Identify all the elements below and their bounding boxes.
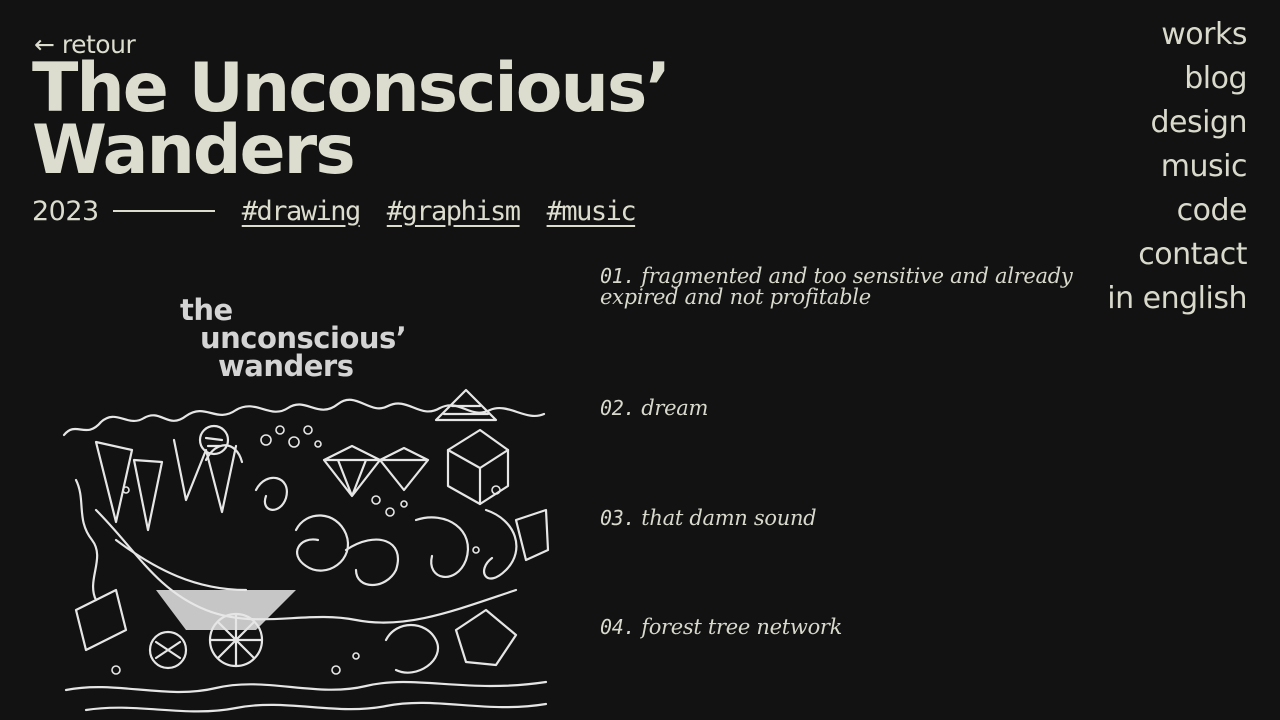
track-item[interactable]: 02. dream: [600, 396, 708, 420]
track-number: 02.: [600, 396, 636, 420]
album-cover-illustration: [62, 388, 550, 713]
track-item[interactable]: 01. fragmented and too sensitive and alre…: [600, 266, 1140, 308]
title-line-2: Wanders: [32, 111, 356, 190]
tag-graphism[interactable]: #graphism: [387, 196, 521, 227]
nav-item-contact[interactable]: contact: [1138, 233, 1247, 277]
track-item[interactable]: 04. forest tree network: [600, 615, 842, 639]
nav-item-design[interactable]: design: [1150, 101, 1247, 145]
track-title: fragmented and too sensitive and already…: [600, 264, 1073, 309]
project-page: ← retour The Unconscious’ Wanders 2023 #…: [0, 0, 1280, 720]
tag-music[interactable]: #music: [547, 196, 637, 227]
nav-item-blog[interactable]: blog: [1184, 57, 1247, 101]
track-number: 04.: [600, 615, 636, 639]
nav-item-code[interactable]: code: [1177, 189, 1248, 233]
track-number: 03.: [600, 506, 636, 530]
nav-item-works[interactable]: works: [1161, 13, 1247, 57]
tag-drawing[interactable]: #drawing: [242, 196, 362, 227]
page-title: The Unconscious’ Wanders: [32, 55, 671, 185]
meta-row: 2023 #drawing #graphism #music: [32, 194, 662, 228]
project-year: 2023: [32, 195, 99, 227]
track-title: that damn sound: [641, 506, 817, 530]
nav-item-music[interactable]: music: [1161, 145, 1248, 189]
track-title: dream: [641, 396, 709, 420]
year-divider: [112, 210, 215, 212]
track-title: forest tree network: [641, 615, 843, 639]
track-item[interactable]: 03. that damn sound: [600, 506, 817, 530]
